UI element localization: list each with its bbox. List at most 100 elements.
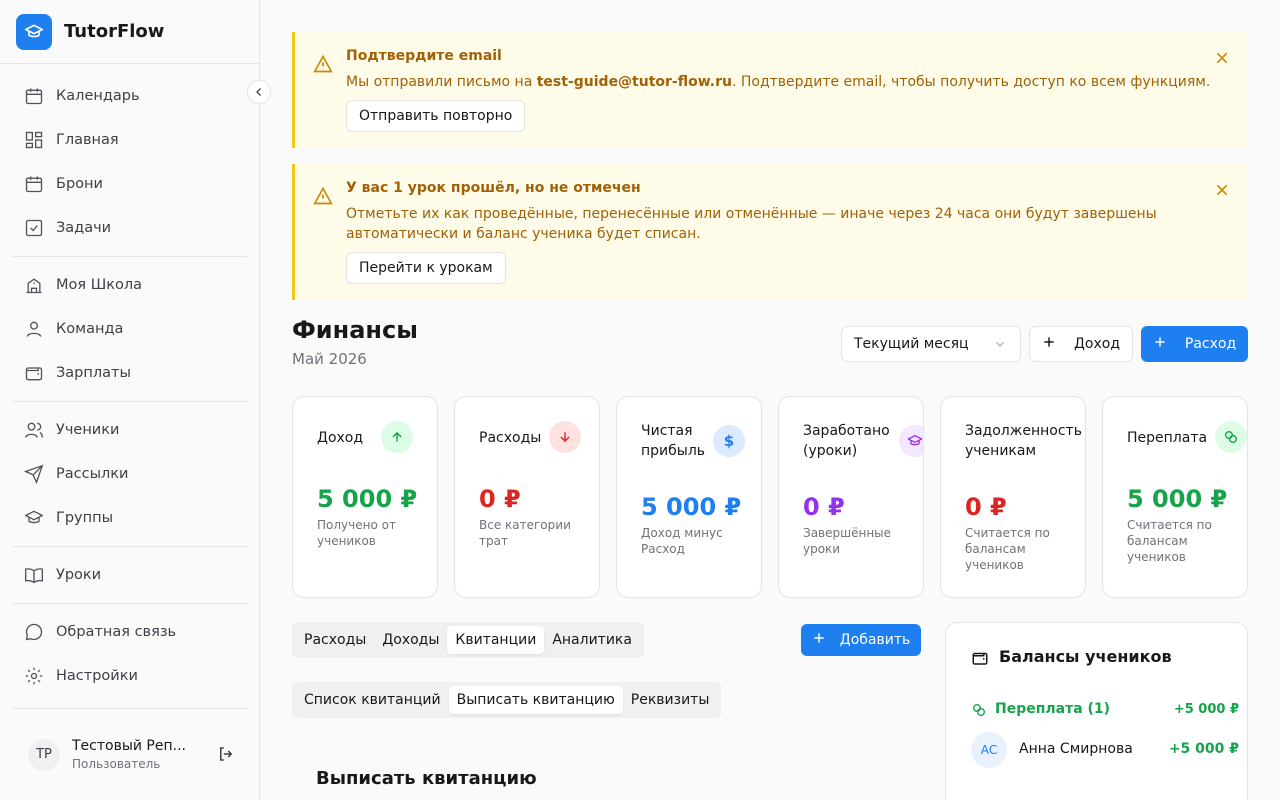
plus-icon bbox=[1153, 335, 1167, 353]
arrow-up-icon bbox=[381, 421, 413, 453]
sidebar-item-school[interactable]: Моя Школа bbox=[12, 263, 247, 307]
card-label: Заработано (уроки) bbox=[803, 423, 890, 459]
sidebar-item-label: Рассылки bbox=[56, 466, 129, 482]
divider bbox=[12, 603, 247, 604]
gear-icon bbox=[24, 666, 44, 686]
tab-income[interactable]: Доходы bbox=[374, 626, 447, 654]
sidebar-item-calendar[interactable]: Календарь bbox=[12, 74, 247, 118]
period-select-value: Текущий месяц bbox=[854, 336, 969, 352]
close-icon[interactable] bbox=[1214, 182, 1230, 202]
chevron-down-icon bbox=[994, 338, 1006, 354]
section-title: Выписать квитанцию bbox=[316, 768, 537, 789]
plus-icon bbox=[1042, 335, 1056, 353]
sidebar-nav: Календарь Главная Брони Задачи Моя Школа… bbox=[12, 74, 247, 698]
close-icon[interactable] bbox=[1214, 50, 1230, 70]
card-description: Считается по балансам учеников bbox=[1127, 518, 1212, 564]
net-profit-card: Чистая прибыль $ 5 000 ₽ Доход минус Рас… bbox=[616, 396, 762, 598]
sidebar-item-label: Обратная связь bbox=[56, 624, 177, 640]
alert-text: Мы отправили письмо на test-guide@tutor-… bbox=[346, 74, 1211, 90]
button-label: Расход bbox=[1184, 336, 1237, 352]
tab-issue-receipt[interactable]: Выписать квитанцию bbox=[448, 686, 623, 714]
graduation-cap-icon bbox=[24, 508, 44, 528]
sidebar-item-salaries[interactable]: Зарплаты bbox=[12, 351, 247, 395]
tab-receipt-list[interactable]: Список квитанций bbox=[296, 686, 449, 714]
alert-title: У вас 1 урок прошёл, но не отмечен bbox=[346, 180, 641, 196]
dollar-icon: $ bbox=[713, 425, 745, 457]
overpayment-group-label[interactable]: Переплата (1) bbox=[995, 701, 1110, 717]
overpayment-card: Переплата 5 000 ₽ Считается по балансам … bbox=[1102, 396, 1248, 598]
sidebar-item-settings[interactable]: Настройки bbox=[12, 654, 247, 698]
main-content: Подтвердите email Мы отправили письмо на… bbox=[260, 0, 1280, 800]
alert-text: Отметьте их как проведённые, перенесённы… bbox=[346, 206, 1157, 242]
sidebar-item-label: Ученики bbox=[56, 422, 120, 438]
divider bbox=[12, 401, 247, 402]
finance-tabs: Расходы Доходы Квитанции Аналитика bbox=[292, 622, 644, 658]
sidebar-item-label: Брони bbox=[56, 176, 103, 192]
sidebar-item-label: Уроки bbox=[56, 567, 102, 583]
email-address: test-guide@tutor-flow.ru bbox=[536, 74, 732, 90]
student-balance: +5 000 ₽ bbox=[1168, 741, 1239, 757]
chat-icon bbox=[24, 622, 44, 642]
add-expense-button[interactable]: Расход bbox=[1141, 326, 1248, 362]
sidebar-item-mailings[interactable]: Рассылки bbox=[12, 452, 247, 496]
tab-requisites[interactable]: Реквизиты bbox=[623, 686, 718, 714]
card-value: 5 000 ₽ bbox=[317, 485, 418, 513]
plus-icon bbox=[812, 631, 826, 649]
card-label: Чистая прибыль bbox=[641, 423, 706, 459]
chevron-left-icon bbox=[256, 88, 261, 96]
resend-email-button[interactable]: Отправить повторно bbox=[346, 100, 526, 132]
go-to-lessons-button[interactable]: Перейти к урокам bbox=[346, 252, 506, 284]
alert-title: Подтвердите email bbox=[346, 48, 502, 64]
period-select[interactable]: Текущий месяц bbox=[841, 326, 1021, 362]
collapse-sidebar-button[interactable] bbox=[247, 80, 271, 104]
page-subtitle: Май 2026 bbox=[292, 350, 367, 368]
book-icon bbox=[24, 565, 44, 585]
tab-expenses[interactable]: Расходы bbox=[296, 626, 374, 654]
card-label: Задолженность ученикам bbox=[965, 423, 1082, 459]
sidebar-item-label: Задачи bbox=[56, 220, 112, 236]
email-confirm-alert: Подтвердите email Мы отправили письмо на… bbox=[292, 32, 1248, 148]
tab-receipts[interactable]: Квитанции bbox=[447, 626, 545, 654]
sidebar-item-label: Команда bbox=[56, 321, 124, 337]
sidebar-item-team[interactable]: Команда bbox=[12, 307, 247, 351]
card-description: Завершённые уроки bbox=[803, 526, 892, 556]
card-value: 0 ₽ bbox=[479, 485, 521, 513]
sidebar-item-home[interactable]: Главная bbox=[12, 118, 247, 162]
calendar-icon bbox=[24, 86, 44, 106]
user-name: Тестовый Реп... bbox=[72, 738, 186, 754]
unmarked-lesson-alert: У вас 1 урок прошёл, но не отмечен Отмет… bbox=[292, 164, 1248, 300]
sidebar-item-label: Настройки bbox=[56, 668, 138, 684]
wallet-icon bbox=[971, 649, 989, 671]
expenses-card: Расходы 0 ₽ Все категории трат bbox=[454, 396, 600, 598]
student-balances-panel: Балансы учеников Переплата (1) +5 000 ₽ … bbox=[945, 622, 1248, 800]
warning-icon bbox=[313, 186, 333, 210]
receipt-subtabs: Список квитанций Выписать квитанцию Рекв… bbox=[292, 682, 722, 718]
sidebar-item-lessons[interactable]: Уроки bbox=[12, 553, 247, 597]
tab-analytics[interactable]: Аналитика bbox=[544, 626, 640, 654]
sidebar-item-label: Календарь bbox=[56, 88, 140, 104]
graduation-cap-icon bbox=[899, 425, 923, 457]
sidebar-item-bookings[interactable]: Брони bbox=[12, 162, 247, 206]
coins-icon bbox=[1215, 421, 1247, 453]
avatar: ТР bbox=[28, 738, 60, 771]
card-value: 5 000 ₽ bbox=[641, 493, 742, 521]
sidebar-item-groups[interactable]: Группы bbox=[12, 496, 247, 540]
dashboard-icon bbox=[24, 130, 44, 150]
arrow-down-icon bbox=[549, 421, 581, 453]
add-income-button[interactable]: Доход bbox=[1029, 326, 1133, 362]
brand[interactable]: TutorFlow bbox=[0, 0, 259, 64]
card-label: Переплата bbox=[1127, 430, 1208, 446]
student-name[interactable]: Анна Смирнова bbox=[1019, 741, 1133, 757]
graduation-cap-icon bbox=[16, 13, 52, 50]
card-description: Все категории трат bbox=[479, 518, 571, 548]
debt-to-students-card: Задолженность ученикам 0 ₽ Считается по … bbox=[940, 396, 1086, 598]
user-profile[interactable]: ТР Тестовый Реп... Пользователь bbox=[12, 708, 247, 800]
panel-title: Балансы учеников bbox=[999, 647, 1172, 666]
sidebar-item-tasks[interactable]: Задачи bbox=[12, 206, 247, 250]
sidebar-item-students[interactable]: Ученики bbox=[12, 408, 247, 452]
logout-icon[interactable] bbox=[217, 745, 235, 767]
sidebar-item-feedback[interactable]: Обратная связь bbox=[12, 610, 247, 654]
add-button[interactable]: Добавить bbox=[801, 624, 921, 656]
sidebar-item-label: Моя Школа bbox=[56, 277, 143, 293]
card-description: Получено от учеников bbox=[317, 518, 396, 548]
